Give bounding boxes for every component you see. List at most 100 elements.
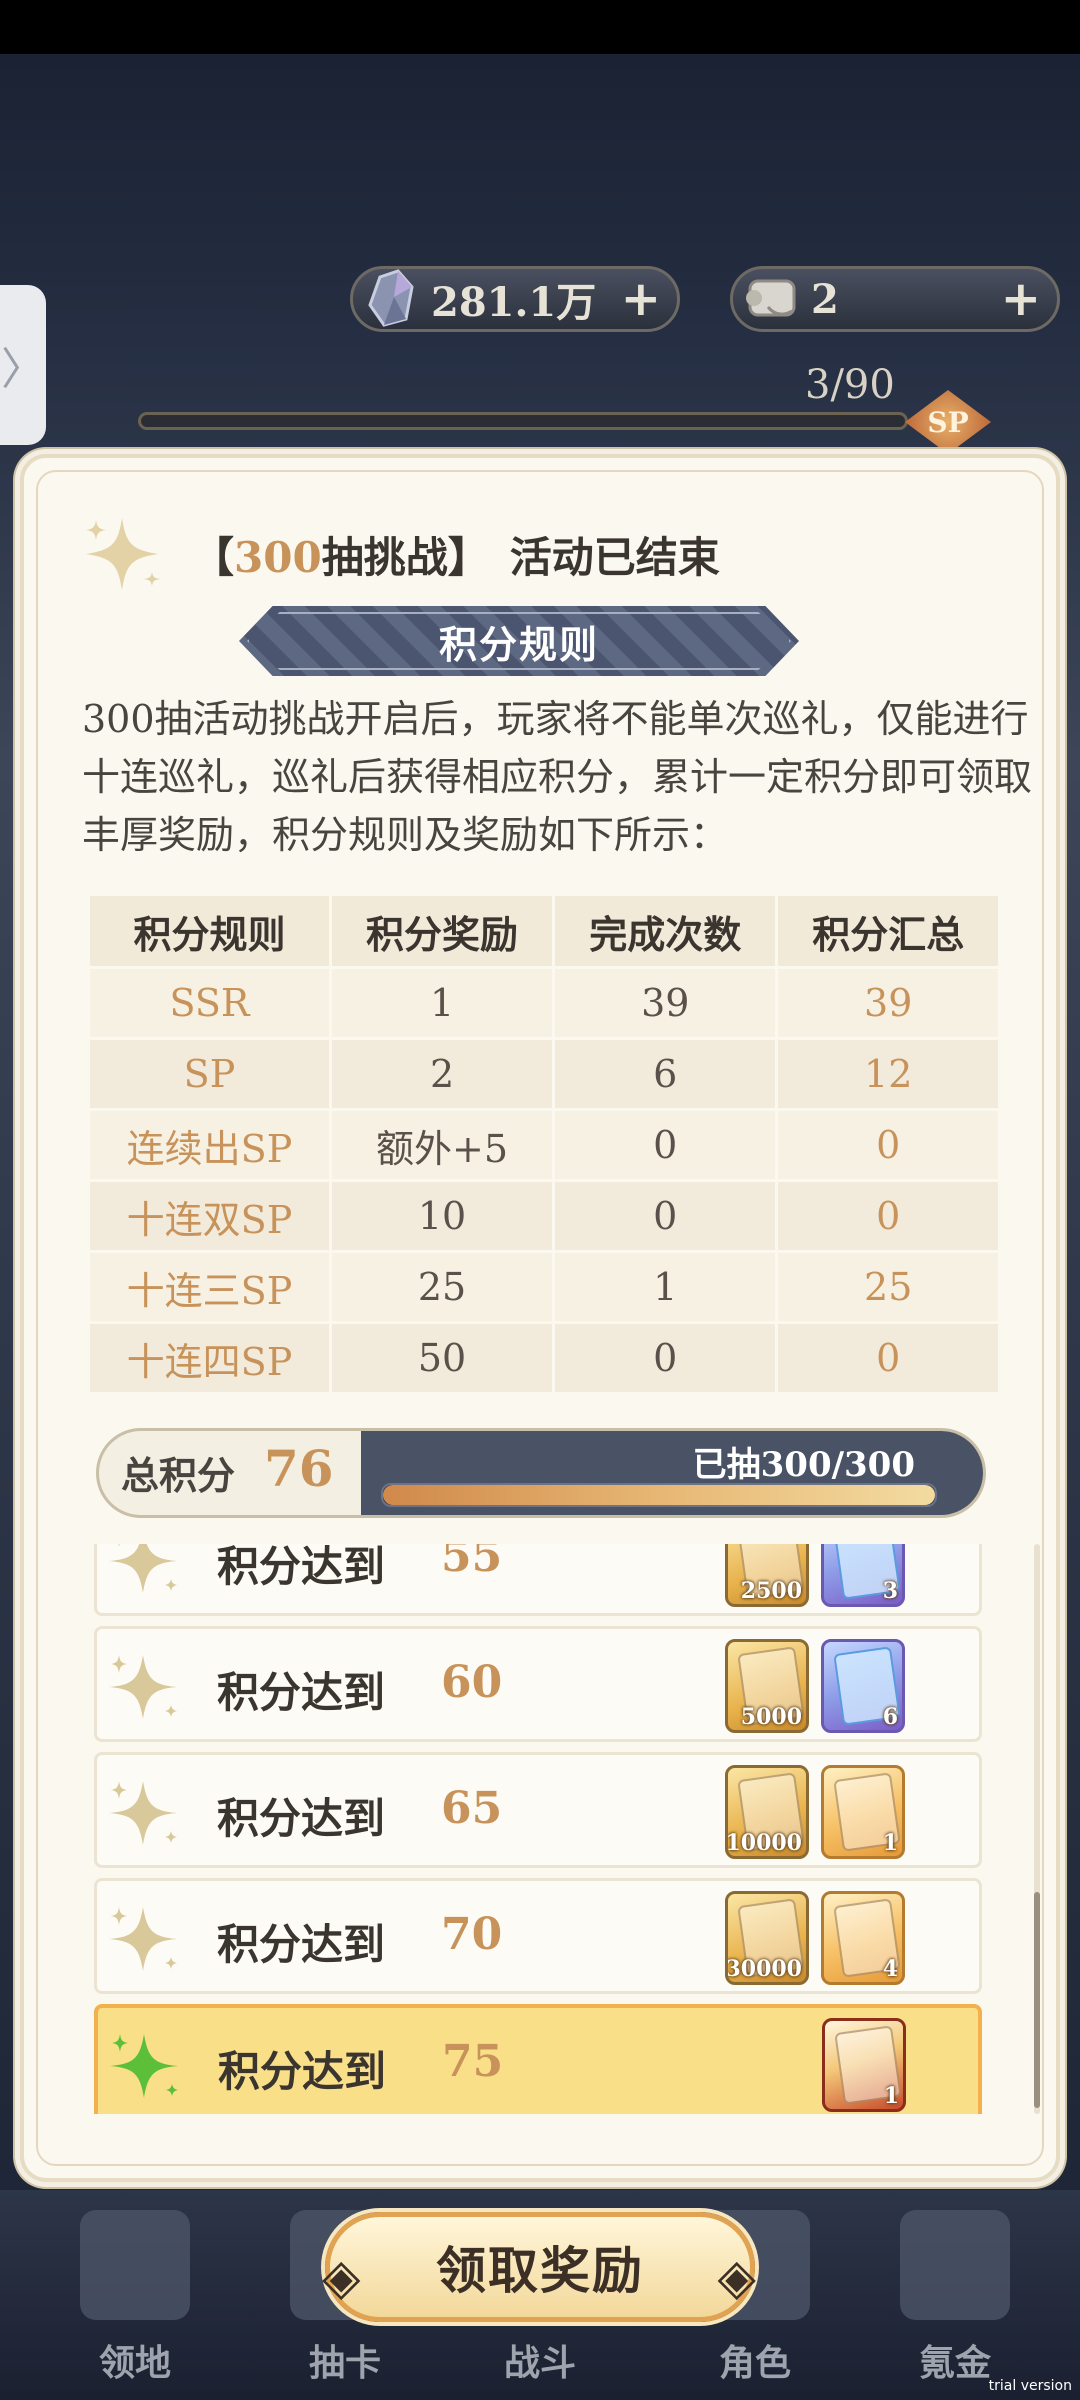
sparkle-icon [82, 510, 170, 598]
nav-item-territory[interactable]: 领地 [60, 2200, 210, 2390]
table-cell: 连续出SP [90, 1108, 331, 1181]
currency-crystal-value: 281.1万 [431, 279, 597, 326]
reward-quantity: 30000 [725, 1956, 802, 1982]
nav-label: 角色 [718, 2342, 791, 2384]
table-cell: 12 [775, 1037, 998, 1110]
table-cell: 39 [775, 966, 998, 1039]
sparkle-icon [108, 2026, 188, 2106]
nav-item-shop[interactable]: 氪金 [880, 2200, 1030, 2390]
reward-quantity: 3 [882, 1578, 898, 1604]
table-cell: SSR [90, 966, 331, 1039]
milestone-row[interactable]: 积分达到 65 10000 1 [94, 1752, 982, 1868]
reward-quantity: 2500 [740, 1578, 802, 1604]
table-header: 积分规则 [90, 896, 331, 968]
nav-label: 领地 [98, 2342, 171, 2384]
reward-item-icon[interactable]: 3 [821, 1544, 905, 1607]
title-highlight: 300 [234, 532, 322, 582]
table-cell: 1 [328, 966, 554, 1039]
reward-item-icon[interactable]: 5000 [725, 1639, 809, 1733]
reward-item-icon[interactable]: 2500 [725, 1544, 809, 1607]
table-cell: 25 [775, 1250, 998, 1323]
panel-title: 【300抽挑战】 活动已结束 [82, 514, 982, 594]
reward-quantity: 5000 [740, 1704, 802, 1730]
milestone-row[interactable]: 积分达到 55 2500 3 [94, 1544, 982, 1616]
table-cell: 额外+5 [328, 1108, 554, 1181]
table-row: SP 2 6 12 [90, 1037, 998, 1110]
reward-quantity: 1 [883, 2083, 899, 2109]
table-cell: 50 [328, 1321, 554, 1392]
castle-icon [80, 2210, 190, 2320]
table-cell: 十连三SP [90, 1250, 331, 1323]
table-header: 积分汇总 [775, 896, 998, 968]
reward-quantity: 10000 [725, 1830, 802, 1856]
milestone-value: 75 [442, 2036, 504, 2087]
claim-button-label: 领取奖励 [436, 2241, 644, 2300]
pity-progress-label: 3/90 [805, 362, 895, 408]
pity-progress-bar [138, 412, 908, 430]
total-score-bar: 总积分 76 已抽300/300 [96, 1428, 986, 1518]
chevron-right-icon: 〉 [1, 344, 45, 395]
rules-table: 积分规则 积分奖励 完成次数 积分汇总 SSR 1 39 39 SP 2 6 1… [90, 896, 998, 1392]
milestone-value: 55 [441, 1544, 503, 1582]
reward-item-icon[interactable]: 4 [821, 1891, 905, 1985]
table-cell: 25 [328, 1250, 554, 1323]
title-bracket-open: 【 [192, 532, 235, 582]
draw-progress-fill [383, 1485, 935, 1505]
milestone-label: 积分达到 [218, 2047, 387, 2096]
rules-description: 300抽活动挑战开启后，玩家将不能单次巡礼，仅能进行十连巡礼，巡礼后获得相应积分… [82, 697, 1033, 857]
section-title: 积分规则 [438, 621, 599, 667]
table-cell: SP [90, 1037, 331, 1110]
sparkle-icon [107, 1544, 187, 1601]
scroll-icon [737, 264, 807, 334]
total-score-label: 总积分 [121, 1453, 236, 1498]
table-cell: 1 [552, 1250, 777, 1323]
add-crystal-button[interactable]: + [621, 271, 661, 327]
reward-item-icon[interactable]: 10000 [725, 1765, 809, 1859]
table-cell: 0 [552, 1108, 777, 1181]
title-rest: 抽挑战】 [321, 532, 490, 582]
reward-quantity: 6 [882, 1704, 898, 1730]
milestone-scrollbar[interactable] [1034, 1544, 1040, 2114]
milestone-label: 积分达到 [217, 1920, 386, 1969]
side-expand-tab[interactable]: 〉 [0, 285, 46, 445]
total-score-value: 76 [264, 1439, 334, 1498]
crystal-icon [357, 264, 427, 334]
currency-scroll: 2 + [730, 266, 1060, 332]
reward-quantity: 1 [882, 1830, 898, 1856]
milestone-label: 积分达到 [217, 1668, 386, 1717]
scrollbar-thumb[interactable] [1034, 1892, 1040, 2108]
claim-deco-left-icon: ◈ [322, 2247, 363, 2306]
claim-reward-button[interactable]: ◈ 领取奖励 ◈ [322, 2212, 758, 2322]
milestone-label: 积分达到 [217, 1794, 386, 1843]
table-cell: 0 [775, 1108, 998, 1181]
table-row: 连续出SP 额外+5 0 0 [90, 1108, 998, 1181]
claim-deco-right-icon: ◈ [717, 2247, 758, 2306]
table-row: 十连双SP 10 0 0 [90, 1179, 998, 1252]
reward-item-icon[interactable]: 1 [822, 2018, 906, 2112]
table-cell: 十连四SP [90, 1321, 331, 1392]
challenge-panel: 【300抽挑战】 活动已结束 积分规则 300抽活动挑战开启后，玩家将不能单次巡礼… [20, 454, 1060, 2182]
milestone-row-current[interactable]: 积分达到 75 1 [94, 2004, 982, 2114]
reward-item-icon[interactable]: 6 [821, 1639, 905, 1733]
draw-count-label: 已抽300/300 [692, 1445, 915, 1485]
milestone-list[interactable]: 积分达到 55 2500 3 积分达到 60 5000 6 积分达到 65 10000 1 积分达到 70… [94, 1544, 994, 2114]
table-cell: 6 [552, 1037, 777, 1110]
add-scroll-button[interactable]: + [1001, 271, 1041, 327]
milestone-value: 65 [441, 1783, 503, 1834]
table-cell: 0 [775, 1179, 998, 1252]
table-header: 积分奖励 [328, 896, 554, 968]
milestone-row[interactable]: 积分达到 70 30000 4 [94, 1878, 982, 1994]
reward-item-icon[interactable]: 1 [821, 1765, 905, 1859]
milestone-row[interactable]: 积分达到 60 5000 6 [94, 1626, 982, 1742]
watermark: trial version [988, 2378, 1072, 2394]
reward-item-icon[interactable]: 30000 [725, 1891, 809, 1985]
table-header: 完成次数 [552, 896, 777, 968]
milestone-value: 70 [441, 1909, 503, 1960]
event-status: 活动已结束 [509, 532, 720, 582]
table-cell: 2 [328, 1037, 554, 1110]
draw-progress-track [381, 1483, 937, 1507]
nav-label: 抽卡 [308, 2342, 381, 2384]
reward-quantity: 4 [882, 1956, 898, 1982]
milestone-label: 积分达到 [217, 1544, 386, 1591]
currency-crystal: 281.1万 + [350, 266, 680, 332]
